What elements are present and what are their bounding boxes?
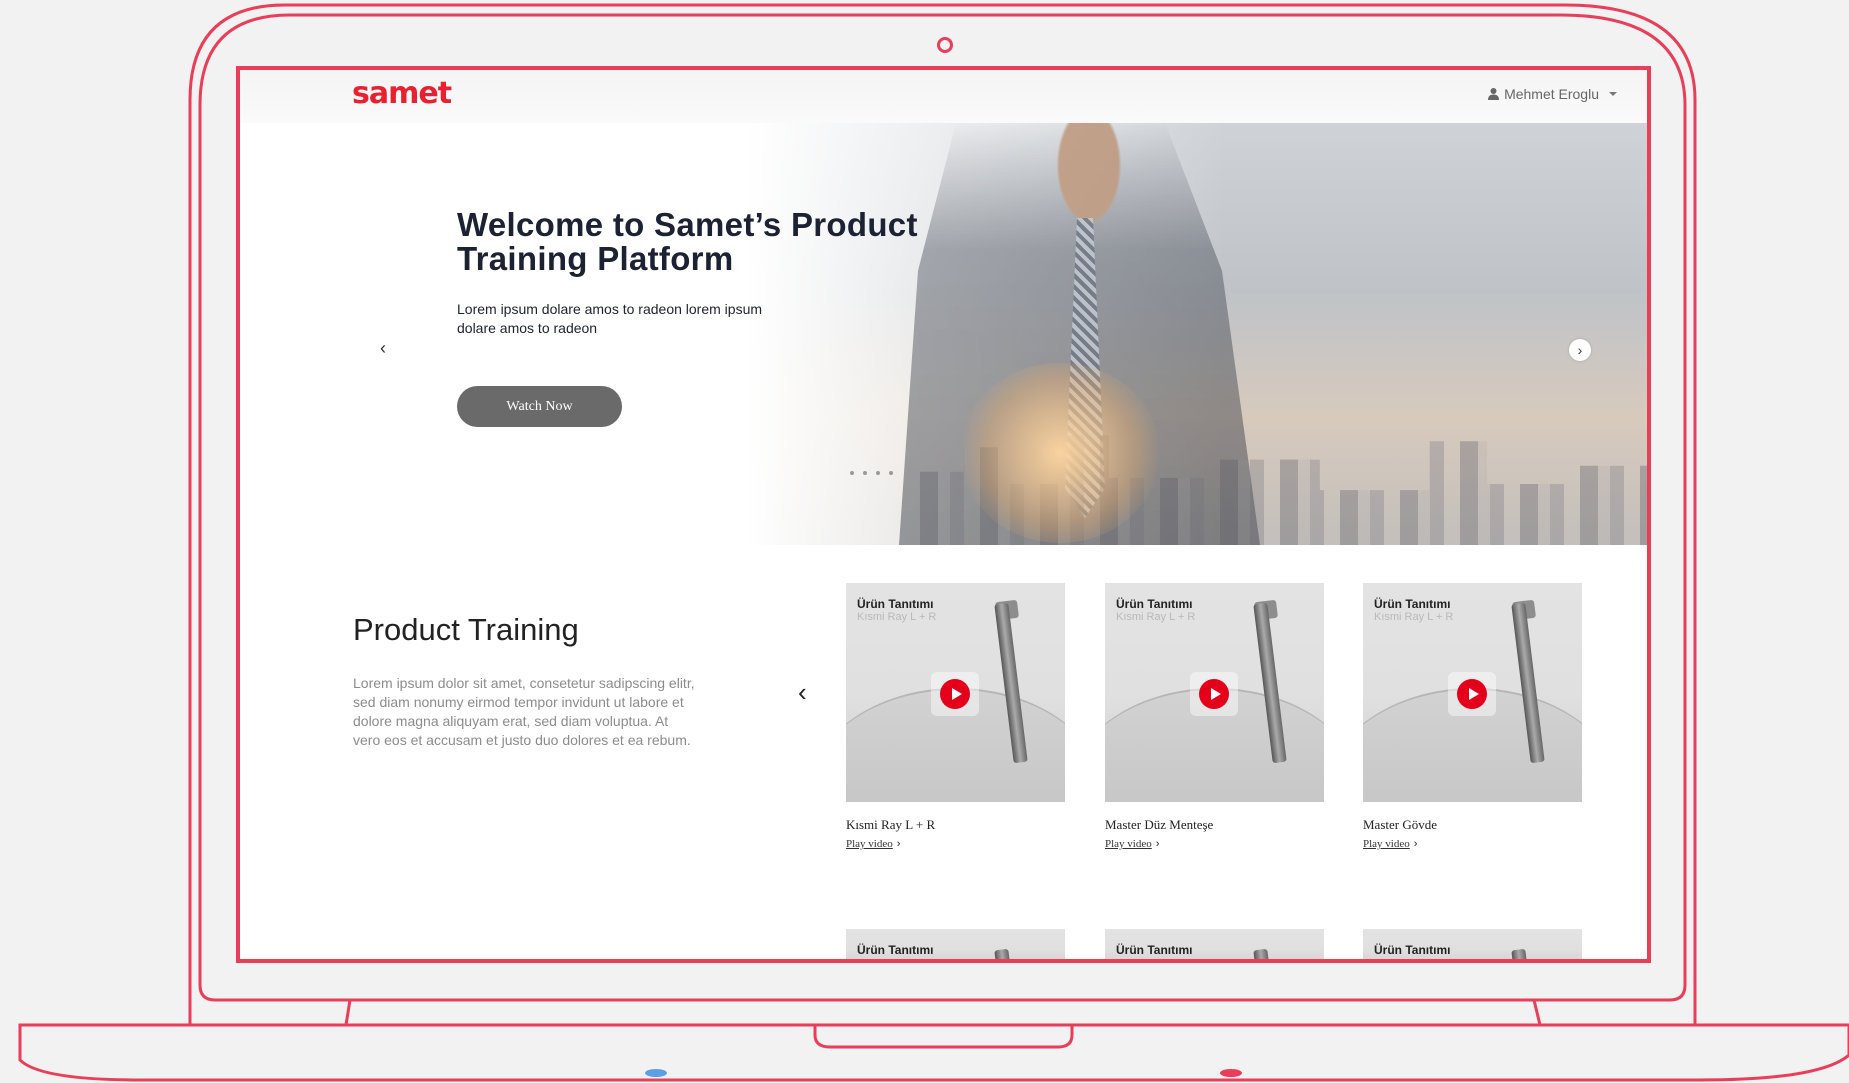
chevron-right-icon: › xyxy=(1155,838,1160,850)
watch-now-button[interactable]: Watch Now xyxy=(457,386,622,427)
play-icon[interactable] xyxy=(1199,679,1229,709)
video-card[interactable]: Ürün Tanıtımı xyxy=(1363,929,1582,959)
top-nav: samet Mehmet Eroglu xyxy=(240,70,1647,123)
play-video-link[interactable]: Play video xyxy=(846,838,893,850)
card-title: Kısmi Ray L + R xyxy=(846,817,936,832)
carousel-dot[interactable] xyxy=(889,471,893,475)
video-card[interactable]: Ürün Tanıtımı Kısmi Ray L + R Master Düz… xyxy=(1105,583,1324,852)
webcam-icon xyxy=(937,37,953,53)
video-card[interactable]: Ürün Tanıtımı xyxy=(846,929,1065,959)
hero-carousel: Welcome to Samet’s Product Training Plat… xyxy=(240,123,1647,545)
hero-subtitle: Lorem ipsum dolare amos to radeon lorem … xyxy=(457,301,763,336)
chevron-right-icon: › xyxy=(896,838,901,850)
video-thumbnail[interactable]: Ürün Tanıtımı xyxy=(1363,929,1582,959)
samet-logo[interactable]: samet xyxy=(352,76,452,111)
thumbnail-badge: Ürün Tanıtımı xyxy=(1116,943,1193,957)
card-title: Master Düz Menteşe xyxy=(1105,817,1214,832)
play-icon[interactable] xyxy=(940,679,970,709)
video-card[interactable]: Ürün Tanıtımı Kısmi Ray L + R Master Göv… xyxy=(1363,583,1582,852)
video-thumbnail[interactable]: Ürün Tanıtımı xyxy=(846,929,1065,959)
carousel-dot[interactable] xyxy=(876,471,880,475)
thumbnail-badge: Ürün Tanıtımı xyxy=(857,597,934,611)
carousel-indicators xyxy=(850,471,893,475)
thumbnail-badge: Ürün Tanıtımı xyxy=(1116,597,1193,611)
thumbnail-badge: Ürün Tanıtımı xyxy=(1374,597,1451,611)
chevron-down-icon xyxy=(1609,92,1617,96)
video-thumbnail[interactable]: Ürün Tanıtımı Kısmi Ray L + R xyxy=(1105,583,1324,802)
video-thumbnail[interactable]: Ürün Tanıtımı xyxy=(1105,929,1324,959)
training-prev-arrow-icon[interactable]: ‹ xyxy=(798,677,807,708)
product-training-description: Lorem ipsum dolor sit amet, consetetur s… xyxy=(353,675,695,748)
hinge-image xyxy=(994,948,1028,959)
thumbnail-subtitle: Kısmi Ray L + R xyxy=(857,611,937,623)
hero-sunlight xyxy=(960,363,1160,543)
user-name: Mehmet Eroglu xyxy=(1504,86,1599,102)
user-icon xyxy=(1488,88,1500,100)
hinge-image xyxy=(1253,948,1287,959)
play-video-link[interactable]: Play video xyxy=(1105,838,1152,850)
play-video-link[interactable]: Play video xyxy=(1363,838,1410,850)
thumbnail-badge: Ürün Tanıtımı xyxy=(1374,943,1451,957)
carousel-dot[interactable] xyxy=(850,471,854,475)
thumbnail-subtitle: Kısmi Ray L + R xyxy=(1116,611,1196,623)
thumbnail-badge: Ürün Tanıtımı xyxy=(857,943,934,957)
video-thumbnail[interactable]: Ürün Tanıtımı Kısmi Ray L + R xyxy=(846,583,1065,802)
carousel-dot[interactable] xyxy=(863,471,867,475)
thumbnail-subtitle: Kısmi Ray L + R xyxy=(1374,611,1454,623)
hero-title: Welcome to Samet’s Product Training Plat… xyxy=(457,206,918,277)
screen: samet Mehmet Eroglu Welcome to Samet’s P… xyxy=(240,70,1647,959)
video-thumbnail[interactable]: Ürün Tanıtımı Kısmi Ray L + R xyxy=(1363,583,1582,802)
video-card[interactable]: Ürün Tanıtımı xyxy=(1105,929,1324,959)
user-menu[interactable]: Mehmet Eroglu xyxy=(1488,86,1617,102)
card-title: Master Gövde xyxy=(1363,817,1438,832)
chevron-right-icon: › xyxy=(1413,838,1418,850)
hero-prev-arrow-icon[interactable]: ‹ xyxy=(380,338,386,359)
product-training-heading: Product Training xyxy=(353,612,579,647)
play-icon[interactable] xyxy=(1457,679,1487,709)
hero-next-arrow-icon[interactable]: › xyxy=(1569,339,1591,361)
hinge-image xyxy=(1511,948,1545,959)
video-card[interactable]: Ürün Tanıtımı Kısmi Ray L + R Kısmi Ray … xyxy=(846,583,1065,852)
